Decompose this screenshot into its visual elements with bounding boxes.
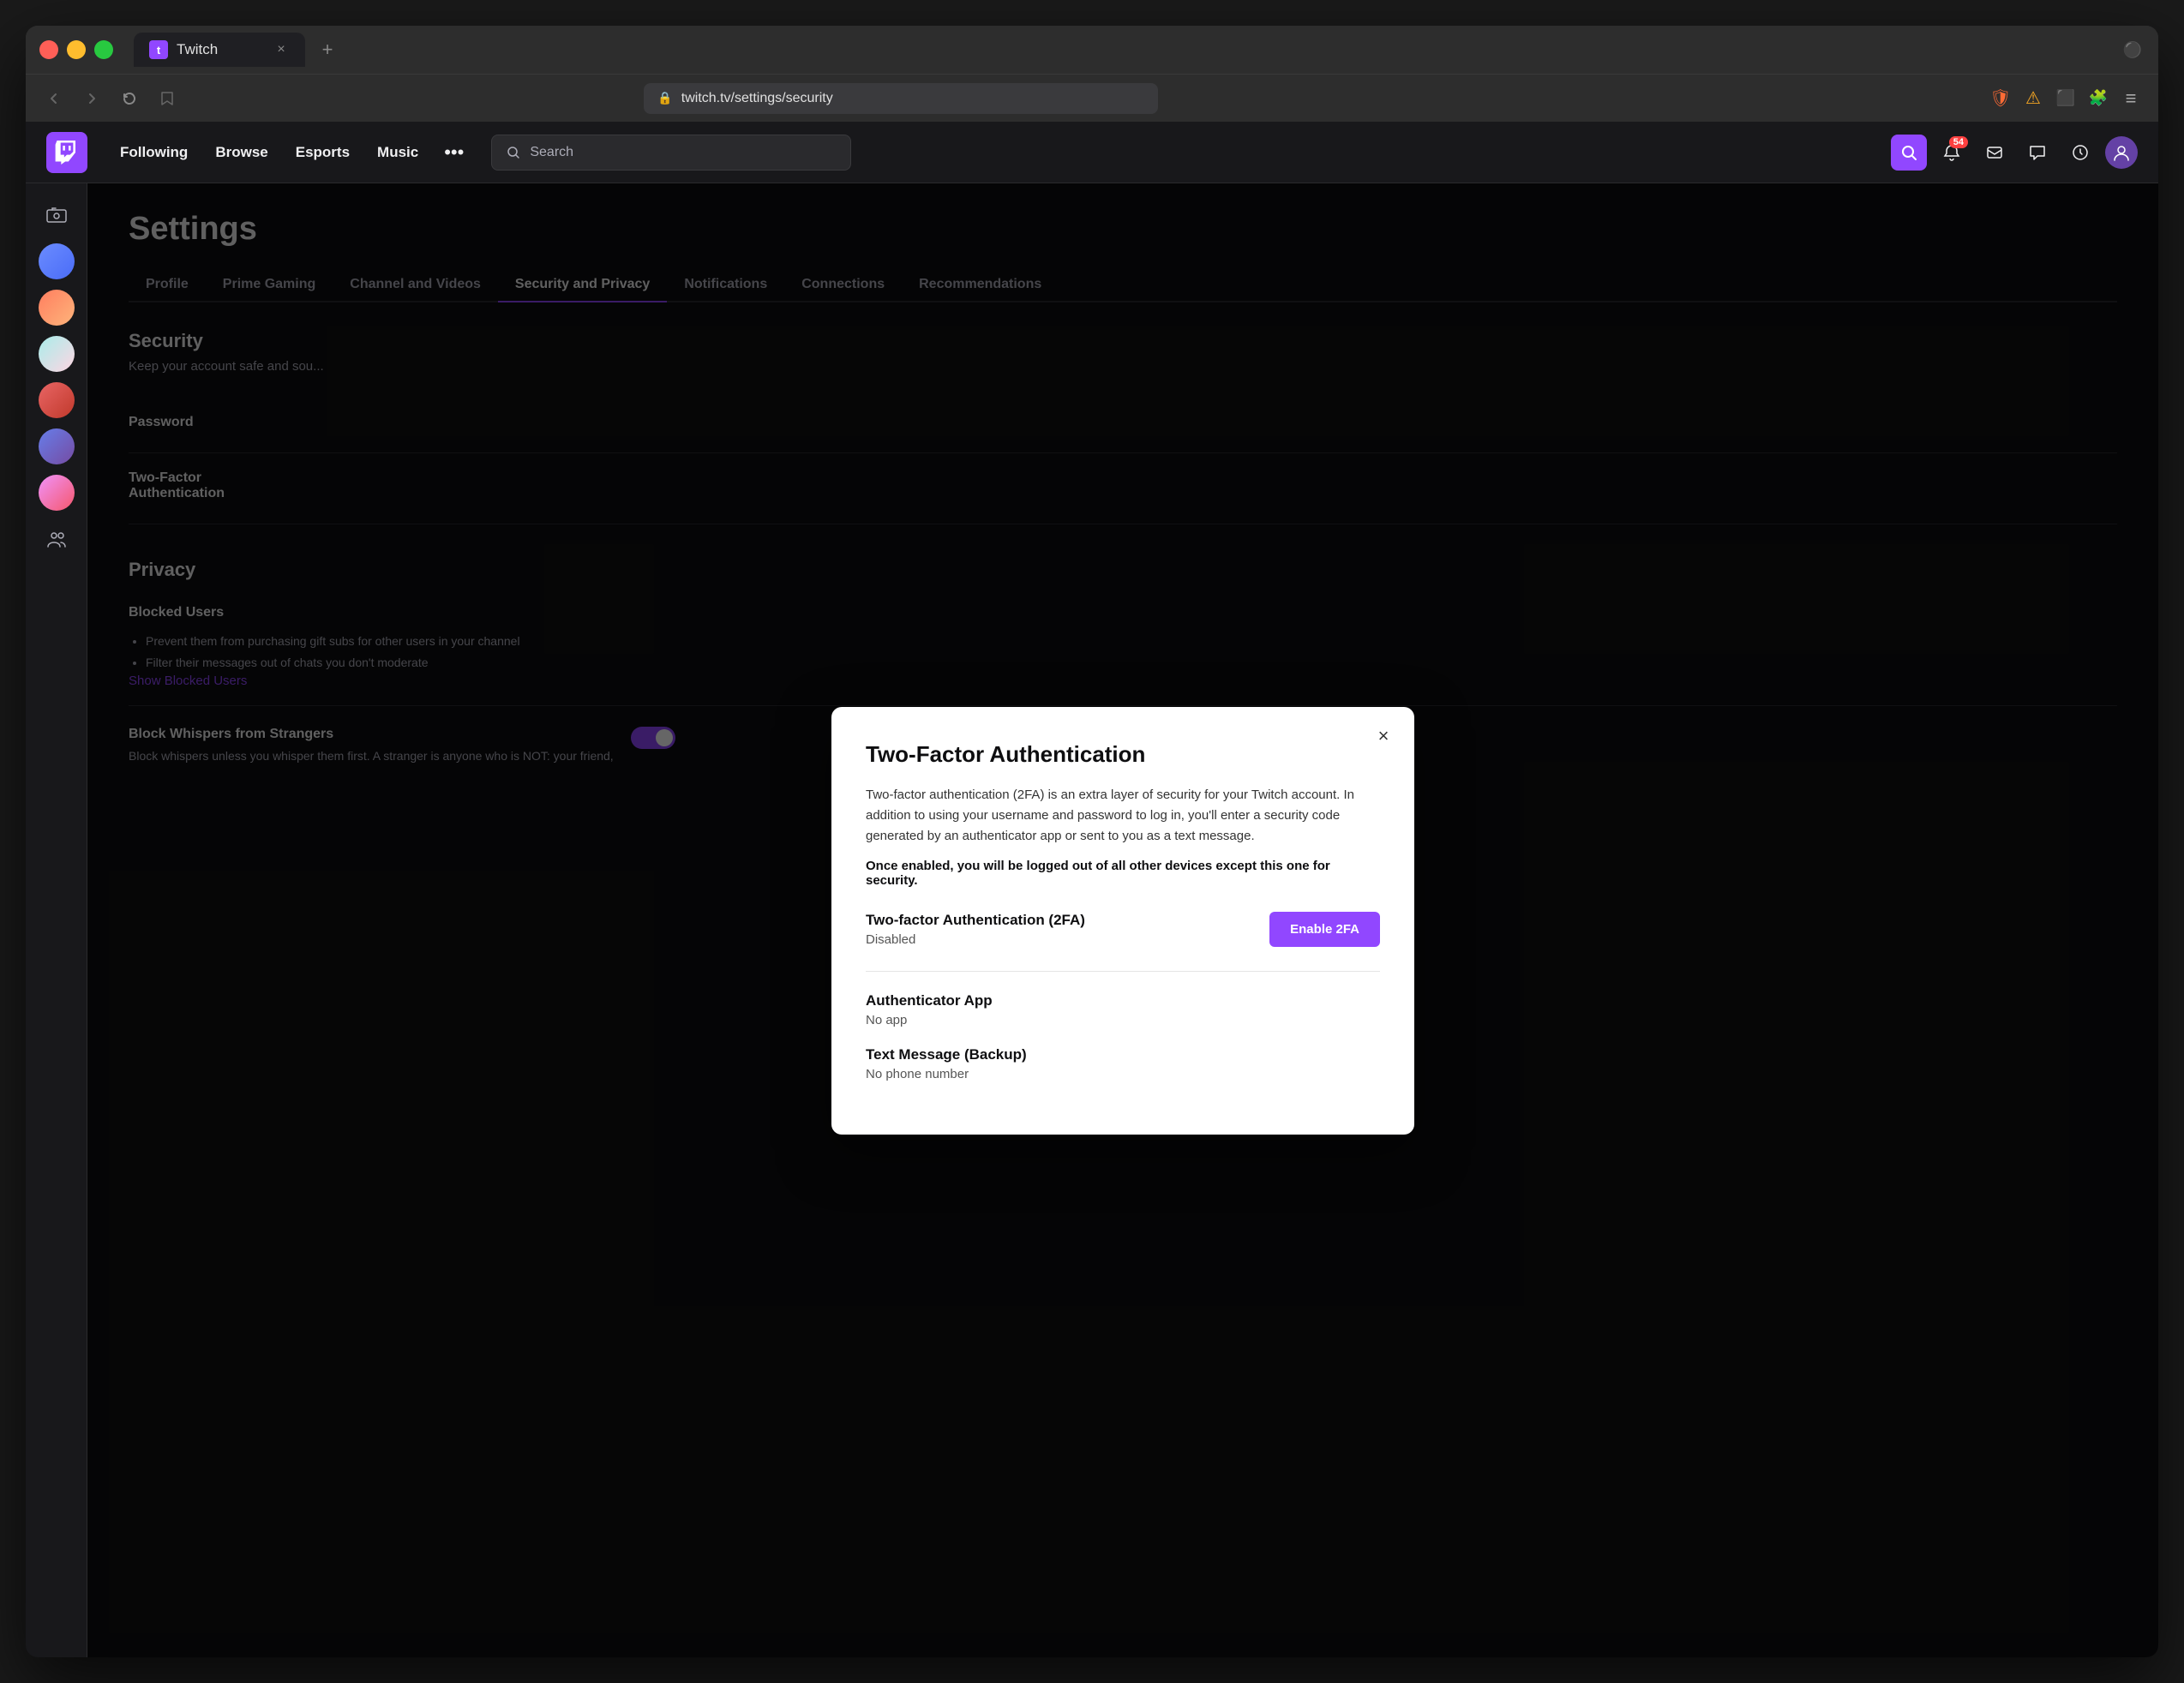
settings-page: Settings Profile Prime Gaming Channel an… — [87, 183, 2158, 1657]
user-avatar[interactable] — [2105, 136, 2138, 169]
bookmark-button[interactable] — [154, 86, 180, 111]
left-sidebar — [26, 183, 87, 1657]
authenticator-value: No app — [866, 1013, 1380, 1027]
nav-music[interactable]: Music — [365, 137, 430, 168]
twitch-navbar: Following Browse Esports Music ••• Searc… — [26, 122, 2158, 183]
sidebar-avatar-2[interactable] — [39, 290, 75, 326]
extension-icon[interactable]: ⚫ — [2121, 38, 2145, 62]
authenticator-title: Authenticator App — [866, 992, 1380, 1009]
minimize-button[interactable] — [67, 40, 86, 59]
nav-links: Following Browse Esports Music ••• — [108, 135, 474, 171]
new-tab-button[interactable]: + — [312, 34, 343, 65]
extension-button2[interactable]: 🧩 — [2086, 87, 2110, 111]
sidebar-avatar-1[interactable] — [39, 243, 75, 279]
brave-warning-icon[interactable]: ⚠ — [2021, 87, 2045, 111]
modal-overlay[interactable]: × Two-Factor Authentication Two-factor a… — [87, 183, 2158, 1657]
modal-description: Two-factor authentication (2FA) is an ex… — [866, 785, 1380, 847]
notifications-button[interactable]: 54 — [1934, 135, 1970, 171]
tab-favicon: t — [149, 40, 168, 59]
search-placeholder: Search — [530, 145, 573, 160]
nav-more-button[interactable]: ••• — [434, 135, 474, 171]
maximize-button[interactable] — [94, 40, 113, 59]
nav-search[interactable]: Search — [491, 135, 851, 171]
browser-tab[interactable]: t Twitch × — [134, 33, 305, 67]
sidebar-avatar-4[interactable] — [39, 382, 75, 418]
modal-divider — [866, 971, 1380, 972]
modal-2fa-row: Two-factor Authentication (2FA) Disabled… — [866, 912, 1380, 947]
nav-refresh-button[interactable] — [117, 86, 142, 111]
extension-button1[interactable]: ⬛ — [2054, 87, 2078, 111]
close-button[interactable] — [39, 40, 58, 59]
modal-close-button[interactable]: × — [1370, 722, 1397, 750]
text-message-section: Text Message (Backup) No phone number — [866, 1046, 1380, 1081]
tab-close-button[interactable]: × — [273, 41, 290, 58]
modal-warning: Once enabled, you will be logged out of … — [866, 859, 1380, 888]
address-bar[interactable]: 🔒 twitch.tv/settings/security — [644, 83, 1158, 114]
nav-back-button[interactable] — [41, 86, 67, 111]
inbox-button[interactable] — [1977, 135, 2013, 171]
modal-title: Two-Factor Authentication — [866, 741, 1380, 768]
lock-icon: 🔒 — [657, 91, 672, 105]
notifications-badge: 54 — [1949, 136, 1968, 148]
browser-extensions: ⚫ — [2121, 38, 2145, 62]
url-text: twitch.tv/settings/security — [681, 91, 833, 106]
authenticator-section: Authenticator App No app — [866, 992, 1380, 1027]
sidebar-avatar-6[interactable] — [39, 475, 75, 511]
modal-2fa-status: Disabled — [866, 932, 1085, 947]
menu-button[interactable]: ≡ — [2119, 87, 2143, 111]
traffic-lights — [39, 40, 113, 59]
nav-right-icons: 54 — [1891, 135, 2138, 171]
search-button[interactable] — [1891, 135, 1927, 171]
search-icon — [506, 145, 521, 160]
sidebar-camera-icon[interactable] — [39, 197, 75, 233]
text-message-title: Text Message (Backup) — [866, 1046, 1380, 1063]
modal-2fa-title: Two-factor Authentication (2FA) — [866, 912, 1085, 929]
chat-button[interactable] — [2019, 135, 2055, 171]
nav-esports[interactable]: Esports — [284, 137, 362, 168]
sidebar-avatar-3[interactable] — [39, 336, 75, 372]
sidebar-avatar-5[interactable] — [39, 428, 75, 464]
brave-shield-icon[interactable]: 🛡 — [1989, 87, 2013, 111]
nav-browse[interactable]: Browse — [203, 137, 279, 168]
tab-title: Twitch — [177, 41, 264, 58]
browser-right-icons: 🛡 ⚠ ⬛ 🧩 ≡ — [1989, 87, 2143, 111]
text-message-value: No phone number — [866, 1067, 1380, 1081]
nav-forward-button[interactable] — [79, 86, 105, 111]
nav-following[interactable]: Following — [108, 137, 200, 168]
two-factor-modal: × Two-Factor Authentication Two-factor a… — [831, 707, 1414, 1135]
enable-2fa-button[interactable]: Enable 2FA — [1269, 912, 1380, 947]
twitch-logo[interactable] — [46, 132, 87, 173]
bell-button[interactable] — [2062, 135, 2098, 171]
sidebar-people-icon[interactable] — [39, 521, 75, 557]
